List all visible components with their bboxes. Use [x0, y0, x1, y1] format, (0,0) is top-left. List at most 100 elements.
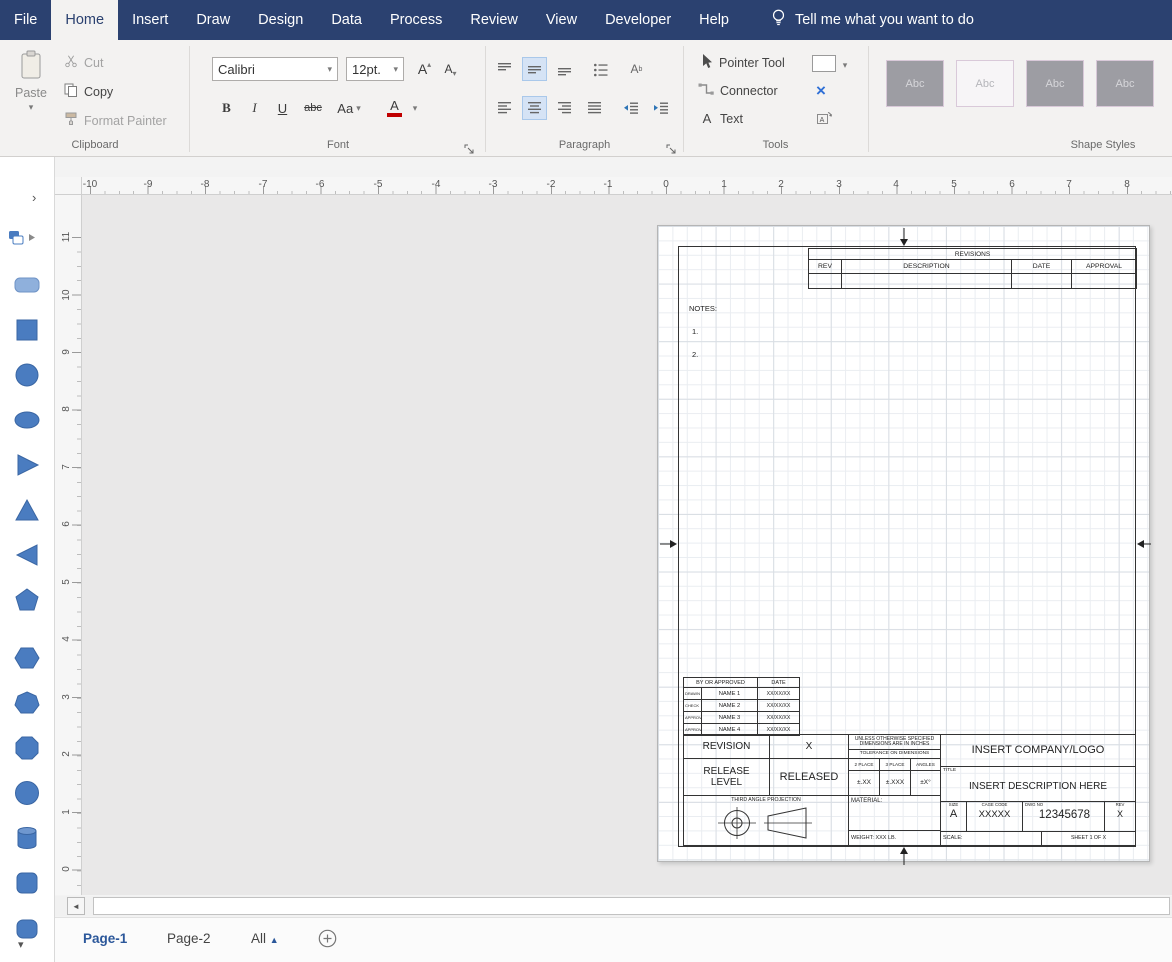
shapes-panel-collapsed: › ▾	[0, 157, 55, 962]
shape-style-option-3[interactable]: Abc	[1026, 60, 1084, 107]
stencil-shape-rounded-rectangle[interactable]	[13, 271, 41, 299]
align-left-button[interactable]	[492, 96, 517, 120]
insert-page-button[interactable]	[318, 929, 337, 951]
tab-home[interactable]: Home	[51, 0, 118, 40]
tab-view[interactable]: View	[532, 0, 591, 40]
connector-tool-button[interactable]: Connector	[698, 82, 778, 99]
shape-style-option-4[interactable]: Abc	[1096, 60, 1154, 107]
strikethrough-button[interactable]: abc	[298, 96, 328, 120]
note-item-2[interactable]: 2.	[692, 350, 698, 359]
text-tool-button[interactable]: A Text	[700, 111, 743, 126]
horizontal-scrollbar: ◄	[55, 896, 1172, 916]
titleblock-company: INSERT COMPANY/LOGO	[940, 734, 1136, 767]
tab-process[interactable]: Process	[376, 0, 456, 40]
justify-button[interactable]	[582, 96, 607, 120]
stencil-shape-nonagon[interactable]	[13, 779, 41, 807]
stencil-shape-hexagon[interactable]	[13, 644, 41, 672]
change-case-button[interactable]: Aa▾	[332, 96, 366, 120]
drawing-tool-swatch[interactable]	[812, 55, 836, 72]
ruler-number: 11	[60, 225, 74, 249]
all-pages-button[interactable]: All ▲	[251, 931, 279, 946]
notes-label[interactable]: NOTES:	[689, 304, 717, 313]
stencil-shape-square[interactable]	[13, 316, 41, 344]
grow-font-button[interactable]: A▴	[412, 57, 437, 81]
ruler-number: 2	[778, 179, 784, 190]
tab-insert[interactable]: Insert	[118, 0, 182, 40]
tab-data[interactable]: Data	[317, 0, 376, 40]
underline-button[interactable]: U	[270, 96, 295, 120]
lightbulb-icon	[771, 8, 786, 32]
stencil-shape-octagon[interactable]	[13, 734, 41, 762]
titleblock-weight: WEIGHT: XXX LB.	[848, 830, 941, 846]
italic-button[interactable]: I	[242, 96, 267, 120]
drawing-page[interactable]: REVISIONS REV DESCRIPTION DATE APPROVAL …	[657, 225, 1150, 862]
align-top-button[interactable]	[492, 57, 517, 81]
copy-button[interactable]: Copy	[64, 83, 113, 101]
ruler-number: -9	[144, 179, 153, 190]
tab-developer[interactable]: Developer	[591, 0, 685, 40]
note-item-1[interactable]: 1.	[692, 327, 698, 336]
font-color-button[interactable]: A	[382, 96, 407, 120]
decrease-indent-button[interactable]	[618, 96, 643, 120]
expand-shapes-panel-chevron-icon[interactable]: ›	[32, 190, 36, 205]
stencil-shape-rounded-square[interactable]	[13, 869, 41, 897]
shrink-font-button[interactable]: A▾	[438, 57, 463, 81]
change-case-label: Aa	[337, 101, 353, 116]
stencil-shape-cylinder[interactable]	[13, 824, 41, 852]
ruler-number: 4	[893, 179, 899, 190]
approvals-header-date: DATE	[758, 678, 800, 688]
page-tab-page-1[interactable]: Page-1	[83, 931, 127, 946]
align-center-button[interactable]	[522, 96, 547, 120]
tools-group-label: Tools	[683, 139, 868, 151]
ruler-number: 8	[1124, 179, 1130, 190]
format-painter-button[interactable]: Format Painter	[64, 112, 167, 129]
connection-point-tool-button[interactable]: ×	[816, 81, 826, 101]
approvals-table[interactable]: BY OR APPROVED DATE DRAWN NAME 1 XX/XX/X…	[683, 677, 800, 736]
stencil-shape-triangle[interactable]	[13, 496, 41, 524]
scroll-shapes-down-chevron-icon[interactable]: ▾	[18, 938, 24, 951]
shape-style-option-2[interactable]: Abc	[956, 60, 1014, 107]
revisions-table[interactable]: REVISIONS REV DESCRIPTION DATE APPROVAL	[808, 248, 1137, 289]
tell-me-box[interactable]: Tell me what you want to do	[771, 0, 974, 40]
drawing-canvas[interactable]: REVISIONS REV DESCRIPTION DATE APPROVAL …	[82, 195, 1172, 895]
dwg-no-value: 12345678	[1039, 809, 1090, 822]
scrollbar-thumb[interactable]	[93, 897, 1170, 915]
title-block[interactable]: REVISION X UNLESS OTHERWISE SPECIFIED DI…	[683, 734, 1136, 846]
stencil-shape-circle[interactable]	[13, 361, 41, 389]
stencil-shape-left-triangle[interactable]	[13, 541, 41, 569]
spec-note-line2: DIMENSIONS ARE IN INCHES	[860, 742, 930, 748]
bullets-button[interactable]	[588, 57, 613, 81]
titleblock-projection-cell: THIRD ANGLE PROJECTION	[683, 795, 849, 846]
tab-help[interactable]: Help	[685, 0, 743, 40]
tab-draw[interactable]: Draw	[182, 0, 244, 40]
pointer-tool-button[interactable]: Pointer Tool	[700, 53, 785, 72]
text-block-tool-icon[interactable]: A	[816, 111, 832, 131]
tab-file[interactable]: File	[0, 0, 51, 40]
tab-review[interactable]: Review	[456, 0, 532, 40]
shape-style-option-1[interactable]: Abc	[886, 60, 944, 107]
align-bottom-button[interactable]	[552, 57, 577, 81]
font-family-select[interactable]: Calibri ▾	[212, 57, 338, 81]
page-tab-page-2[interactable]: Page-2	[167, 931, 211, 946]
stencil-shape-ellipse[interactable]	[13, 406, 41, 434]
titleblock-title-cell: TITLE INSERT DESCRIPTION HERE	[940, 766, 1136, 802]
stencil-shape-pentagon[interactable]	[13, 586, 41, 614]
paste-button[interactable]: Paste ▾	[8, 50, 54, 132]
cut-button[interactable]: Cut	[64, 54, 103, 71]
dwg-no-label: DWG NO	[1025, 803, 1043, 808]
center-mark-left-arrow-icon	[660, 539, 678, 549]
align-middle-button[interactable]	[522, 57, 547, 81]
drawing-tool-dropdown[interactable]: ▾	[838, 53, 852, 77]
paragraph-spacing-icon[interactable]: Ab	[624, 57, 649, 81]
stencil-shape-heptagon[interactable]	[13, 689, 41, 717]
font-color-dropdown[interactable]: ▾	[408, 96, 422, 120]
tab-design[interactable]: Design	[244, 0, 317, 40]
bold-button[interactable]: B	[214, 96, 239, 120]
font-size-select[interactable]: 12pt. ▾	[346, 57, 404, 81]
align-right-button[interactable]	[552, 96, 577, 120]
tell-me-label: Tell me what you want to do	[795, 12, 974, 28]
more-shapes-stencil-icon[interactable]	[8, 229, 38, 252]
stencil-shape-right-triangle[interactable]	[13, 451, 41, 479]
scroll-left-button[interactable]: ◄	[67, 897, 85, 915]
increase-indent-button[interactable]	[648, 96, 673, 120]
